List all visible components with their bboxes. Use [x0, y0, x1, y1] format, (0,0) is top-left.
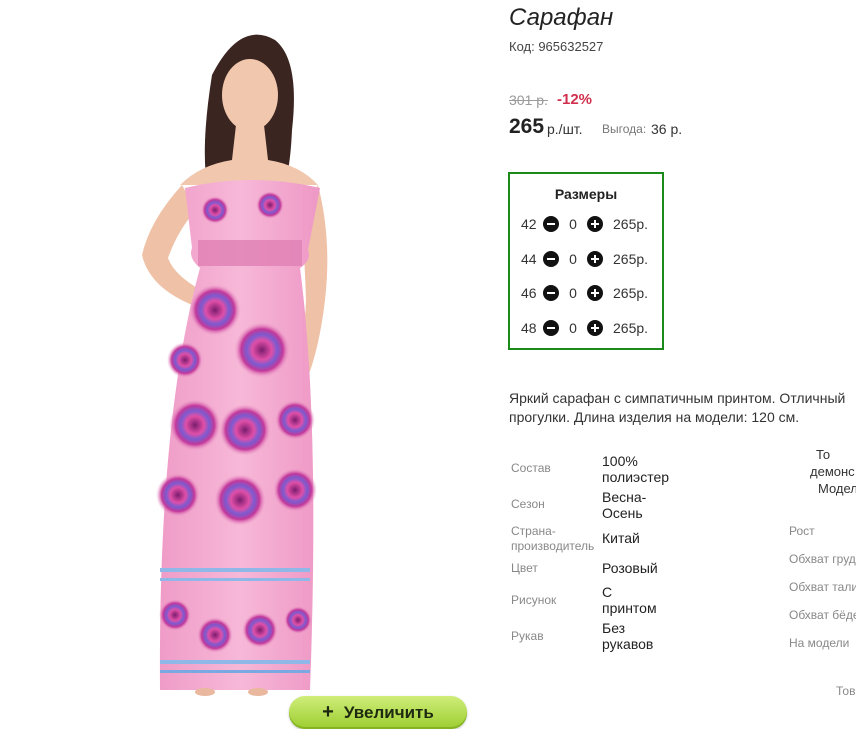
spec-label-line: производитель: [511, 539, 595, 553]
size-label: 42: [521, 216, 537, 232]
spec-label: Рукав: [511, 629, 544, 643]
description-line: Яркий сарафан с симпатичным принтом. Отл…: [509, 390, 846, 406]
sizes-selector: Размеры 42 0 265р. 44 0 265р. 46 0 265р.…: [508, 172, 664, 350]
plus-icon[interactable]: [587, 216, 603, 232]
spec-value: С принтом: [602, 584, 657, 616]
size-price: 265р.: [613, 320, 649, 336]
plus-icon[interactable]: [587, 285, 603, 301]
size-row: 42 0 265р.: [521, 214, 648, 234]
spec-label: Состав: [511, 461, 551, 475]
spec-value-line: 100%: [602, 453, 638, 469]
size-label: 46: [521, 285, 537, 301]
more-products-link[interactable]: Тов: [836, 684, 855, 698]
spec-value: Китай: [602, 530, 640, 546]
minus-icon[interactable]: [543, 285, 559, 301]
size-price: 265р.: [613, 285, 649, 301]
saving-value: 36 р.: [651, 121, 683, 137]
plus-icon: +: [322, 701, 334, 723]
spec-value: Весна- Осень: [602, 489, 646, 521]
model-label: Обхват груди: [789, 552, 856, 566]
zoom-button-label: Увеличить: [343, 702, 434, 722]
spec-value-line: принтом: [602, 600, 657, 616]
spec-label: Цвет: [511, 561, 538, 575]
model-label: Обхват бёдер: [789, 608, 856, 622]
product-title: Сарафан: [509, 4, 614, 31]
size-label: 48: [521, 320, 537, 336]
old-price: 301 р.: [509, 92, 548, 108]
saving-label: Выгода:: [602, 122, 647, 136]
spec-label: Сезон: [511, 497, 545, 511]
model-label: Обхват талии: [789, 580, 856, 594]
plus-icon[interactable]: [587, 320, 603, 336]
spec-value-line: рукавов: [602, 636, 654, 652]
spec-label: Страна- производитель: [511, 524, 594, 554]
size-price: 265р.: [613, 251, 649, 267]
minus-icon[interactable]: [543, 251, 559, 267]
spec-value: Розовый: [602, 560, 658, 576]
product-photo: [142, 34, 328, 696]
spec-value-line: Розовый: [602, 560, 658, 576]
model-measurements-header: То демонс Модел: [806, 446, 856, 497]
size-row: 44 0 265р.: [521, 249, 648, 269]
current-price: 265: [509, 115, 545, 138]
model-label: На модели: [789, 636, 850, 650]
spec-value: Без рукавов: [602, 620, 653, 652]
spec-value-line: С: [602, 584, 613, 600]
description-line: прогулки. Длина изделия на модели: 120 с…: [509, 409, 800, 425]
size-label: 44: [521, 251, 537, 267]
spec-value: 100% полиэстер: [602, 453, 669, 485]
price-unit: р./шт.: [547, 121, 583, 137]
product-description: Яркий сарафан с симпатичным принтом. Отл…: [509, 389, 856, 427]
size-row: 46 0 265р.: [521, 283, 648, 303]
minus-icon[interactable]: [543, 216, 559, 232]
quantity-value[interactable]: 0: [559, 285, 587, 301]
size-price: 265р.: [613, 216, 649, 232]
size-row: 48 0 265р.: [521, 318, 648, 338]
minus-icon[interactable]: [543, 320, 559, 336]
spec-label: Рисунок: [511, 593, 557, 607]
spec-value-line: Осень: [602, 505, 643, 521]
spec-value-line: Без: [602, 620, 626, 636]
sizes-title: Размеры: [554, 186, 618, 202]
quantity-value[interactable]: 0: [559, 320, 587, 336]
quantity-value[interactable]: 0: [559, 216, 587, 232]
spec-label-line: Страна-: [511, 524, 556, 538]
model-header-line: Модел: [818, 481, 856, 496]
product-code: Код: 965632527: [509, 39, 604, 54]
model-header-line: То: [816, 447, 831, 462]
spec-value-line: полиэстер: [602, 469, 670, 485]
model-label: Рост: [789, 524, 815, 538]
spec-value-line: Китай: [602, 530, 640, 546]
model-header-line: демонс: [810, 464, 855, 479]
zoom-button[interactable]: + Увеличить: [289, 696, 467, 729]
discount-badge: -12%: [557, 91, 593, 108]
quantity-value[interactable]: 0: [559, 251, 587, 267]
spec-value-line: Весна-: [602, 489, 647, 505]
plus-icon[interactable]: [587, 251, 603, 267]
